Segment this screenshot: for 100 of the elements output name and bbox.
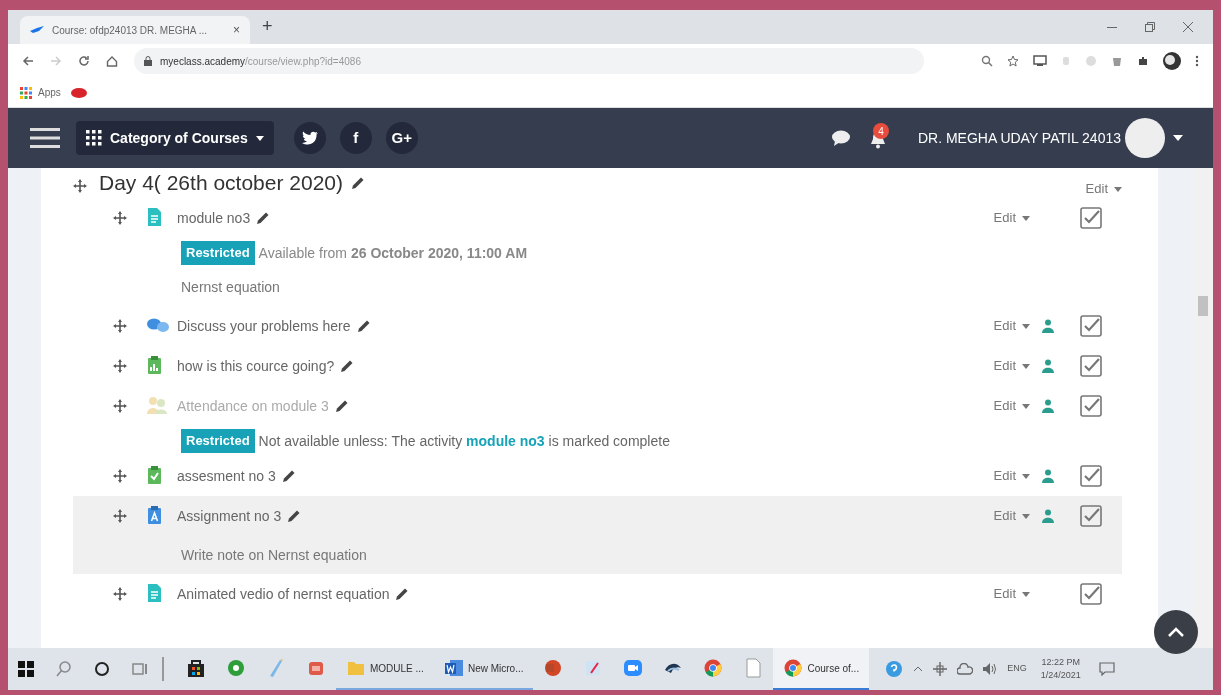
edit-menu[interactable]: Edit xyxy=(993,506,1030,526)
completion-checkbox[interactable] xyxy=(1080,583,1102,605)
edit-menu[interactable]: Edit xyxy=(993,396,1030,416)
move-icon[interactable] xyxy=(113,211,127,225)
browser-icon xyxy=(783,658,804,678)
taskbar-app[interactable]: Course of... xyxy=(773,648,870,690)
search-icon[interactable] xyxy=(56,661,72,677)
caret-icon xyxy=(1022,323,1030,329)
clock[interactable]: 12:22 PM 1/24/2021 xyxy=(1040,656,1081,682)
activity-link[interactable]: how is this cource going? xyxy=(177,355,335,377)
caret-icon xyxy=(1022,473,1030,479)
edit-menu[interactable]: Edit xyxy=(1085,179,1122,199)
user-name[interactable]: DR. MEGHA UDAY PATIL 24013 xyxy=(917,127,1121,149)
edit-menu[interactable]: Edit xyxy=(993,466,1030,486)
social-link[interactable]: G+ xyxy=(385,122,418,154)
restriction-text: Available from 26 October 2020, 11:00 AM xyxy=(258,243,528,263)
notification-center-icon[interactable] xyxy=(1098,662,1115,676)
section-title: Day 4( 26th october 2020) xyxy=(99,170,343,197)
person-icon[interactable] xyxy=(1042,399,1054,413)
speaker-icon[interactable] xyxy=(983,663,998,675)
network-icon[interactable] xyxy=(933,662,948,676)
restriction-text: Not available unless: The activity module no3 is marked complete xyxy=(258,431,670,451)
category-menu[interactable]: Category of Courses xyxy=(76,121,274,155)
chat-icon[interactable] xyxy=(831,130,850,146)
restore-icon[interactable] xyxy=(1145,22,1155,32)
move-icon[interactable] xyxy=(113,469,127,483)
puzzle-icon[interactable] xyxy=(1137,55,1149,67)
activity-link[interactable]: module no3 xyxy=(177,207,251,229)
pencil-icon[interactable] xyxy=(281,469,296,483)
app-icon xyxy=(226,658,246,678)
caret-icon[interactable] xyxy=(1173,135,1183,141)
circle-icon[interactable] xyxy=(94,661,110,677)
star-icon[interactable] xyxy=(1007,55,1019,67)
completion-checkbox[interactable] xyxy=(1080,505,1102,527)
activity-link[interactable]: module no3 xyxy=(466,432,545,449)
pencil-icon[interactable] xyxy=(287,509,302,523)
pencil-icon[interactable] xyxy=(340,359,355,373)
caret-icon xyxy=(255,135,264,141)
twitter-icon[interactable] xyxy=(293,122,326,154)
bird-icon xyxy=(30,25,44,35)
apps-grid-icon xyxy=(20,86,32,99)
pencil-icon[interactable] xyxy=(395,587,410,601)
edit-menu[interactable]: Edit xyxy=(993,208,1030,228)
chevron-up-icon[interactable] xyxy=(913,666,924,672)
zoom-icon[interactable] xyxy=(981,55,993,67)
pencil-icon[interactable] xyxy=(256,211,271,225)
home-icon[interactable] xyxy=(106,55,118,67)
cast-icon[interactable] xyxy=(1033,55,1047,67)
move-icon[interactable] xyxy=(113,509,127,523)
activity-link[interactable]: Assignment no 3 xyxy=(177,505,282,527)
completion-checkbox[interactable] xyxy=(1080,207,1102,229)
video-camera-icon xyxy=(623,658,644,678)
scrollbar[interactable] xyxy=(1193,168,1213,648)
person-icon[interactable] xyxy=(1042,319,1054,333)
edit-menu[interactable]: Edit xyxy=(993,316,1030,336)
completion-checkbox[interactable] xyxy=(1080,465,1102,487)
pencil-icon[interactable] xyxy=(351,176,365,190)
move-icon[interactable] xyxy=(113,587,127,601)
cloud-icon[interactable] xyxy=(957,663,974,675)
activity-link[interactable]: Animated vedio of nernst equation xyxy=(177,583,390,605)
move-icon[interactable] xyxy=(73,179,87,193)
person-icon[interactable] xyxy=(1042,359,1054,373)
help-icon[interactable] xyxy=(885,660,904,678)
close-icon[interactable]: × xyxy=(233,21,240,39)
edit-menu[interactable]: Edit xyxy=(993,584,1030,604)
social-link[interactable]: f xyxy=(339,122,372,154)
move-icon[interactable] xyxy=(113,319,127,333)
extension-icon[interactable] xyxy=(1111,55,1123,67)
caret-icon xyxy=(1022,363,1030,369)
lips-icon[interactable] xyxy=(70,87,87,98)
taskbar-app[interactable]: New Micro... xyxy=(433,648,534,690)
task-view-icon[interactable] xyxy=(132,661,148,677)
taskbar-app[interactable]: MODULE ... xyxy=(336,648,434,690)
move-icon[interactable] xyxy=(113,359,127,373)
completion-checkbox[interactable] xyxy=(1080,355,1102,377)
profile-icon[interactable] xyxy=(1163,52,1181,70)
back-icon[interactable] xyxy=(22,55,34,67)
windows-icon[interactable] xyxy=(18,661,34,677)
pencil-icon[interactable] xyxy=(334,399,349,413)
completion-checkbox[interactable] xyxy=(1080,315,1102,337)
address-bar[interactable]: myeclass.academy/course/view.php?id=4086 xyxy=(134,48,924,74)
person-icon[interactable] xyxy=(1042,509,1054,523)
completion-checkbox[interactable] xyxy=(1080,395,1102,417)
activity-link[interactable]: Discuss your problems here xyxy=(177,315,351,337)
menu-icon[interactable] xyxy=(30,128,60,148)
browser-tab[interactable]: Course: ofdp24013 DR. MEGHA ... × xyxy=(20,16,250,44)
close-icon[interactable] xyxy=(1183,22,1193,32)
move-icon[interactable] xyxy=(113,399,127,413)
person-icon[interactable] xyxy=(1042,469,1054,483)
activity-link[interactable]: assesment no 3 xyxy=(177,465,276,487)
bookmark[interactable]: Apps xyxy=(20,85,61,100)
edit-menu[interactable]: Edit xyxy=(993,356,1030,376)
pencil-icon[interactable] xyxy=(356,319,371,333)
grid-icon xyxy=(86,130,102,146)
reload-icon[interactable] xyxy=(78,55,90,67)
browser-icon xyxy=(703,658,724,678)
avatar[interactable] xyxy=(1125,118,1165,158)
language-indicator[interactable]: ENG xyxy=(1007,662,1027,676)
more-icon[interactable] xyxy=(1195,55,1199,67)
new-tab-button[interactable]: + xyxy=(262,13,273,40)
